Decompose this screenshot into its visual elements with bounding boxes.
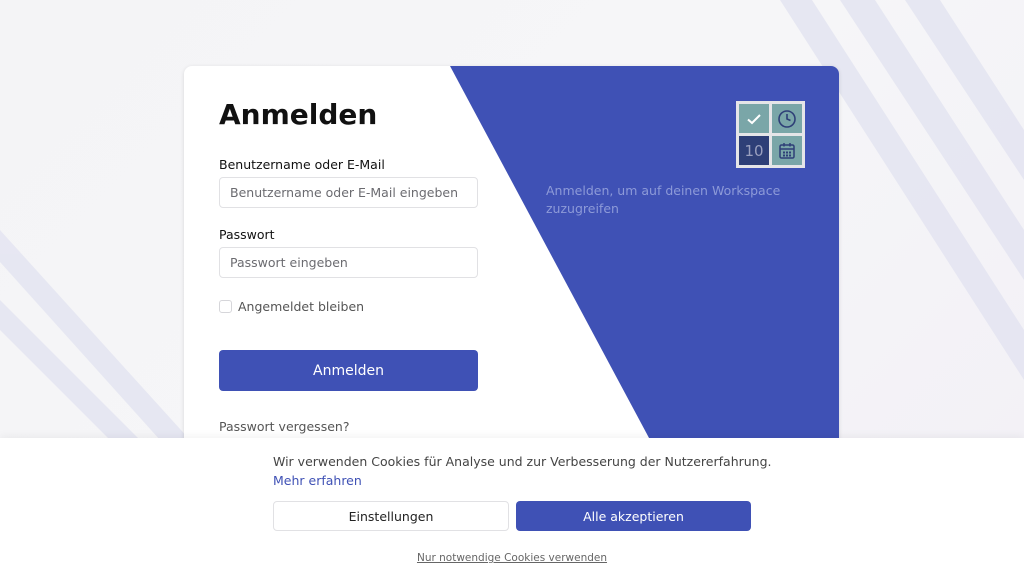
cookie-necessary-wrapper: Nur notwendige Cookies verwenden	[0, 546, 1024, 565]
calendar-icon	[772, 136, 802, 165]
cookie-learn-more-link[interactable]: Mehr erfahren	[273, 473, 362, 488]
cookie-accept-all-button[interactable]: Alle akzeptieren	[516, 501, 751, 531]
brand-tagline: Anmelden, um auf deinen Workspace zuzugr…	[546, 183, 781, 216]
forgot-password-link[interactable]: Passwort vergessen?	[219, 419, 349, 434]
logo-number: 10	[739, 136, 769, 165]
app-logo: 10	[736, 101, 805, 168]
password-input[interactable]	[219, 247, 478, 278]
password-label: Passwort	[219, 227, 275, 242]
page-title: Anmelden	[219, 98, 378, 131]
login-card: Anmelden Benutzername oder E-Mail Passwo…	[184, 66, 839, 466]
remember-checkbox[interactable]	[219, 300, 232, 313]
cookie-necessary-only-link[interactable]: Nur notwendige Cookies verwenden	[417, 552, 607, 564]
check-icon	[739, 104, 769, 133]
username-label: Benutzername oder E-Mail	[219, 157, 385, 172]
remember-me[interactable]: Angemeldet bleiben	[219, 299, 364, 314]
username-input[interactable]	[219, 177, 478, 208]
login-button[interactable]: Anmelden	[219, 350, 478, 391]
cookie-message: Wir verwenden Cookies für Analyse und zu…	[273, 454, 772, 469]
cookie-banner: Wir verwenden Cookies für Analyse und zu…	[0, 438, 1024, 576]
cookie-settings-button[interactable]: Einstellungen	[273, 501, 509, 531]
clock-icon	[772, 104, 802, 133]
remember-label: Angemeldet bleiben	[238, 299, 365, 314]
